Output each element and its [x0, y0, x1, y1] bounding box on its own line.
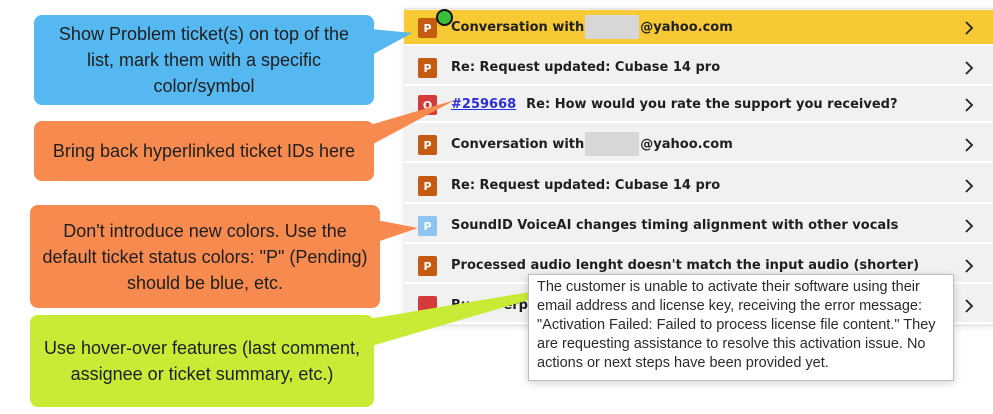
ticket-subject: Conversation with @yahoo.com: [451, 10, 733, 46]
chevron-right-icon[interactable]: [962, 298, 976, 314]
ticket-row-2[interactable]: P Re: Request updated: Cubase 14 pro: [404, 50, 993, 86]
subject-text: Re: How would you rate the support you r…: [526, 97, 898, 112]
ticket-row-3[interactable]: O #259668 Re: How would you rate the supp…: [404, 87, 993, 123]
subject-suffix: @yahoo.com: [640, 20, 733, 35]
problem-marker-icon: [436, 9, 453, 26]
chevron-right-icon[interactable]: [962, 258, 976, 274]
status-badge: O: [418, 95, 437, 115]
chevron-right-icon[interactable]: [962, 218, 976, 234]
status-badge: P: [418, 18, 437, 38]
status-badge: [418, 296, 437, 316]
subject-prefix: Conversation with: [451, 20, 585, 35]
status-badge: P: [418, 256, 437, 276]
status-badge: P: [418, 216, 437, 236]
chevron-right-icon[interactable]: [962, 178, 976, 194]
ticket-subject: #259668 Re: How would you rate the suppor…: [451, 87, 898, 123]
redacted-email: [585, 131, 640, 156]
ticket-row-4[interactable]: P Conversation with @yahoo.com: [404, 127, 993, 163]
ticket-id-link[interactable]: #259668: [451, 97, 516, 112]
ticket-subject: Re: Request updated: Cubase 14 pro: [451, 178, 721, 193]
redacted-email: [585, 14, 640, 39]
subject-prefix: Conversation with: [451, 137, 585, 152]
ticket-summary-tooltip: The customer is unable to activate their…: [528, 274, 954, 381]
callout-problem-tickets: Show Problem ticket(s) on top of the lis…: [34, 15, 374, 105]
chevron-right-icon[interactable]: [962, 97, 976, 113]
status-badge: P: [418, 135, 437, 155]
ticket-row-1[interactable]: P Conversation with @yahoo.com: [404, 10, 993, 46]
callout-status-colors: Don't introduce new colors. Use the defa…: [30, 205, 380, 308]
ticket-subject: Conversation with @yahoo.com: [451, 127, 733, 163]
status-badge: P: [418, 58, 437, 78]
ticket-subject: SoundID VoiceAI changes timing alignment…: [451, 218, 899, 233]
callout-hyperlinks: Bring back hyperlinked ticket IDs here: [34, 121, 374, 181]
ticket-subject: Bug - Perpe: [451, 298, 537, 313]
ticket-row-6[interactable]: P SoundID VoiceAI changes timing alignme…: [404, 208, 993, 244]
subject-suffix: @yahoo.com: [640, 137, 733, 152]
ticket-subject: Re: Request updated: Cubase 14 pro: [451, 60, 721, 75]
callout-hover: Use hover-over features (last comment, a…: [30, 315, 374, 407]
chevron-right-icon[interactable]: [962, 137, 976, 153]
chevron-right-icon[interactable]: [962, 20, 976, 36]
ticket-row-5[interactable]: P Re: Request updated: Cubase 14 pro: [404, 168, 993, 204]
status-badge: P: [418, 176, 437, 196]
chevron-right-icon[interactable]: [962, 60, 976, 76]
